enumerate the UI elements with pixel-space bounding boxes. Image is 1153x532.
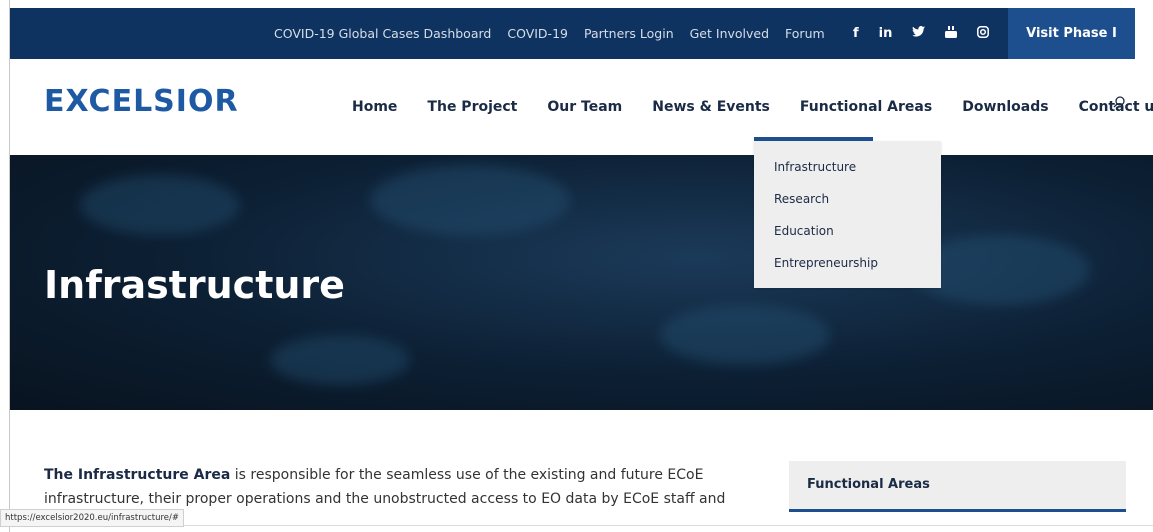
sidebar-widget: Functional Areas — [789, 461, 1126, 512]
youtube-icon[interactable] — [945, 25, 958, 42]
status-bar-url: https://excelsior2020.eu/infrastructure/… — [0, 509, 184, 527]
intro-line-2: infrastructure, their proper operations … — [44, 491, 726, 507]
top-link-partners-login[interactable]: Partners Login — [584, 26, 674, 41]
dropdown-item-entrepreneurship[interactable]: Entrepreneurship — [774, 256, 878, 270]
nav-functional-areas[interactable]: Functional Areas — [800, 99, 932, 115]
nav-news-events[interactable]: News & Events — [652, 99, 770, 115]
instagram-icon[interactable] — [977, 25, 990, 42]
social-links: f in — [853, 8, 990, 59]
top-links: COVID-19 Global Cases Dashboard COVID-19… — [274, 8, 825, 59]
twitter-icon[interactable] — [912, 26, 926, 41]
facebook-icon[interactable]: f — [853, 26, 859, 41]
hero-bokeh — [270, 335, 410, 385]
page-title: Infrastructure — [44, 263, 345, 307]
nav-our-team[interactable]: Our Team — [547, 99, 622, 115]
nav-the-project[interactable]: The Project — [427, 99, 517, 115]
nav-downloads[interactable]: Downloads — [962, 99, 1048, 115]
top-link-covid-dashboard[interactable]: COVID-19 Global Cases Dashboard — [274, 26, 491, 41]
dropdown-item-education[interactable]: Education — [774, 224, 834, 238]
intro-line-1: The Infrastructure Area is responsible f… — [44, 463, 744, 487]
visit-phase-button[interactable]: Visit Phase I — [1008, 8, 1135, 59]
hero-bokeh — [370, 165, 570, 235]
sidebar-title: Functional Areas — [807, 477, 930, 492]
linkedin-icon[interactable]: in — [879, 26, 893, 41]
functional-areas-dropdown: Infrastructure Research Education Entrep… — [754, 141, 941, 288]
top-bar: COVID-19 Global Cases Dashboard COVID-19… — [10, 8, 1135, 59]
nav-home[interactable]: Home — [352, 99, 397, 115]
top-link-forum[interactable]: Forum — [785, 26, 825, 41]
browser-viewport: COVID-19 Global Cases Dashboard COVID-19… — [9, 0, 1153, 532]
hero-banner: Infrastructure — [10, 155, 1153, 410]
site-logo[interactable]: EXCELSIOR — [44, 84, 239, 119]
main-nav: Home The Project Our Team News & Events … — [352, 59, 1153, 155]
dropdown-item-research[interactable]: Research — [774, 192, 829, 206]
intro-bold: The Infrastructure Area — [44, 467, 231, 483]
main-content: The Infrastructure Area is responsible f… — [44, 463, 744, 511]
dropdown-item-infrastructure[interactable]: Infrastructure — [774, 160, 856, 174]
search-icon[interactable] — [1113, 96, 1125, 108]
hero-bokeh — [660, 305, 830, 365]
intro-text: is responsible for the seamless use of t… — [230, 467, 704, 483]
top-link-get-involved[interactable]: Get Involved — [690, 26, 769, 41]
site-header: EXCELSIOR Home The Project Our Team News… — [10, 59, 1153, 155]
hero-bokeh — [80, 175, 240, 235]
top-link-covid[interactable]: COVID-19 — [507, 26, 568, 41]
